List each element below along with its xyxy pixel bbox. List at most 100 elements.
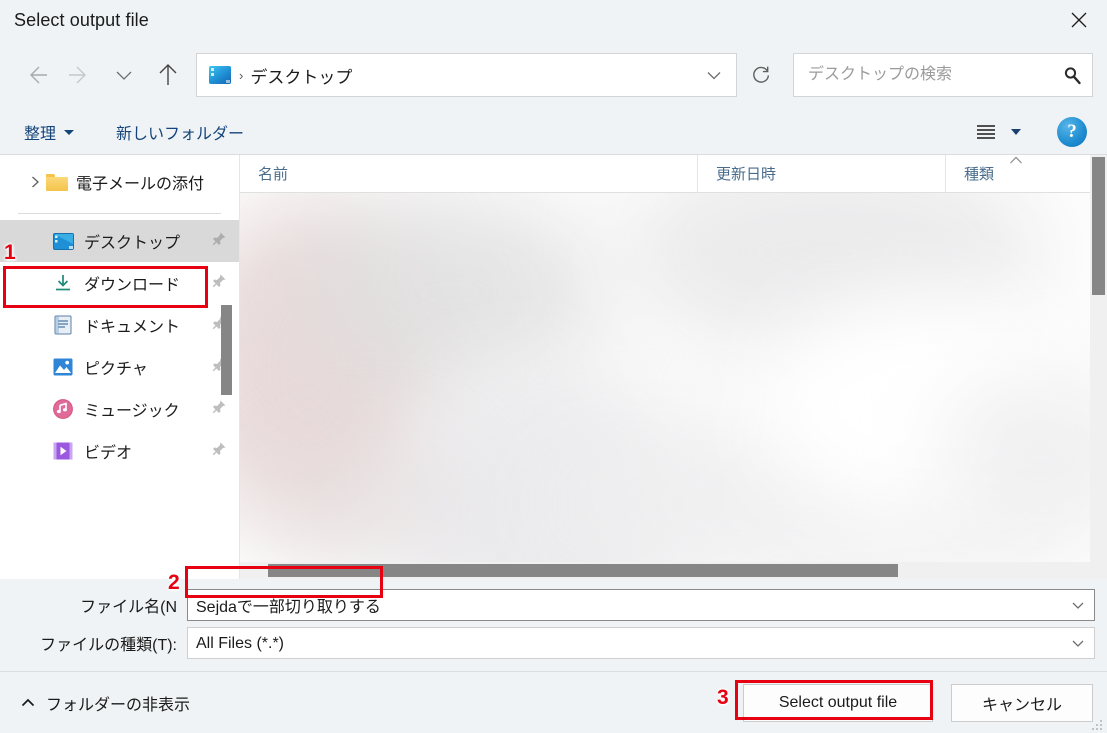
help-button[interactable]: ? xyxy=(1057,117,1087,147)
organize-button[interactable]: 整理 xyxy=(14,116,84,148)
organize-label: 整理 xyxy=(24,126,57,143)
title-bar: Select output file xyxy=(0,0,1107,40)
filename-combobox[interactable] xyxy=(187,589,1095,621)
filename-label: ファイル名(N xyxy=(80,599,177,616)
help-label: ? xyxy=(1067,121,1077,142)
filetype-row: ファイルの種類(T): All Files (*.*) xyxy=(12,627,1095,659)
sidebar-item-label: ドキュメント xyxy=(84,319,181,336)
filename-dropdown-button[interactable] xyxy=(1062,597,1094,613)
column-header-label: 名前 xyxy=(258,166,289,183)
sidebar-scrollbar[interactable] xyxy=(219,155,233,579)
filetype-dropdown-button[interactable] xyxy=(1062,635,1094,651)
dialog-footer: フォルダーの非表示 Select output file キャンセル xyxy=(0,671,1107,733)
command-bar: 整理 新しいフォルダー ? xyxy=(0,110,1107,155)
breadcrumb-separator: › xyxy=(239,67,244,83)
blur-blob xyxy=(270,443,470,563)
sidebar-item-pictures[interactable]: ピクチャ xyxy=(0,346,239,388)
video-icon xyxy=(52,441,74,461)
filename-input[interactable] xyxy=(188,595,1062,615)
tree-item-label: 電子メールの添付 xyxy=(76,176,205,193)
sidebar-item-videos[interactable]: ビデオ xyxy=(0,430,239,472)
dialog-body: 電子メールの添付 デスクトップ ダウンロード ドキュメント ピクチャ ミュージッ… xyxy=(0,155,1107,579)
arrow-left-icon xyxy=(30,66,47,84)
chevron-up-icon xyxy=(1008,155,1024,170)
annotation-number-1: 1 xyxy=(4,241,16,264)
column-header-name[interactable]: 名前 xyxy=(240,155,698,192)
file-list-vertical-scrollbar[interactable] xyxy=(1090,155,1107,579)
vertical-scrollbar-thumb[interactable] xyxy=(1092,157,1105,295)
list-view-icon xyxy=(977,125,995,139)
forward-button[interactable] xyxy=(58,53,102,97)
chevron-up-icon xyxy=(20,697,36,709)
arrow-right-icon xyxy=(69,66,86,84)
sidebar-item-label: ダウンロード xyxy=(84,277,181,294)
chevron-down-icon xyxy=(1011,129,1021,135)
chevron-down-icon xyxy=(64,129,75,135)
column-header-label: 種類 xyxy=(964,166,995,183)
navigation-pane-content: 電子メールの添付 デスクトップ ダウンロード ドキュメント ピクチャ ミュージッ… xyxy=(0,155,239,472)
sidebar-item-label: デスクトップ xyxy=(84,235,181,252)
new-folder-button[interactable]: 新しいフォルダー xyxy=(106,116,254,148)
navigation-pane: 電子メールの添付 デスクトップ ダウンロード ドキュメント ピクチャ ミュージッ… xyxy=(0,155,240,579)
tree-item-email-attachments[interactable]: 電子メールの添付 xyxy=(0,163,239,201)
download-icon xyxy=(52,273,74,293)
chevron-down-icon xyxy=(1072,602,1084,609)
sidebar-item-music[interactable]: ミュージック xyxy=(0,388,239,430)
new-folder-label: 新しいフォルダー xyxy=(116,126,245,143)
select-output-file-dialog: Select output file › デスクトップ デスクトップの検索 整理… xyxy=(0,0,1107,733)
file-list-column-header: 名前 更新日時 種類 xyxy=(240,155,1107,193)
column-header-date-modified[interactable]: 更新日時 xyxy=(698,155,946,192)
back-button[interactable] xyxy=(14,53,58,97)
cancel-button[interactable]: キャンセル xyxy=(951,683,1093,722)
breadcrumb-current-folder[interactable]: デスクトップ xyxy=(250,63,352,88)
file-list-content-blurred[interactable] xyxy=(240,193,1107,579)
close-button[interactable] xyxy=(1051,0,1107,40)
sidebar-scrollbar-thumb[interactable] xyxy=(221,305,232,395)
desktop-icon xyxy=(209,66,231,84)
file-form-area: ファイル名(N ファイルの種類(T): All Files (*.*) xyxy=(0,579,1107,671)
hide-folders-label: フォルダーの非表示 xyxy=(46,696,191,714)
picture-icon xyxy=(52,357,74,377)
sidebar-item-label: ミュージック xyxy=(84,403,180,420)
address-dropdown-button[interactable] xyxy=(696,54,732,96)
select-output-file-button[interactable]: Select output file xyxy=(743,683,933,722)
search-input[interactable] xyxy=(806,65,1058,85)
filetype-combobox[interactable]: All Files (*.*) xyxy=(187,627,1095,659)
up-one-level-button[interactable] xyxy=(146,53,190,97)
chevron-down-icon xyxy=(1072,640,1084,647)
document-icon xyxy=(52,315,74,335)
sidebar-item-label: ピクチャ xyxy=(84,361,148,378)
sidebar-item-documents[interactable]: ドキュメント xyxy=(0,304,239,346)
chevron-down-icon xyxy=(707,72,721,80)
arrow-up-icon xyxy=(159,64,177,85)
page-title: Select output file xyxy=(14,9,149,30)
sidebar-item-label: ビデオ xyxy=(84,445,133,462)
refresh-button[interactable] xyxy=(737,53,785,97)
filetype-label: ファイルの種類(T): xyxy=(40,637,177,654)
column-header-type[interactable]: 種類 xyxy=(946,155,1106,192)
recent-locations-button[interactable] xyxy=(102,53,146,97)
search-box[interactable] xyxy=(793,53,1093,97)
navigation-bar: › デスクトップ xyxy=(0,40,1107,110)
column-header-label: 更新日時 xyxy=(716,166,777,183)
refresh-icon xyxy=(753,66,770,83)
horizontal-scrollbar-thumb[interactable] xyxy=(268,564,898,577)
filetype-value: All Files (*.*) xyxy=(196,634,285,652)
address-bar[interactable]: › デスクトップ xyxy=(196,53,737,97)
annotation-number-3: 3 xyxy=(717,686,729,709)
search-icon xyxy=(1062,65,1082,85)
music-icon xyxy=(52,399,74,419)
resize-grip[interactable] xyxy=(1092,719,1104,731)
chevron-right-icon[interactable] xyxy=(24,175,46,189)
file-list-horizontal-scrollbar[interactable] xyxy=(240,562,1107,579)
chevron-down-icon xyxy=(116,71,132,80)
close-icon xyxy=(1071,12,1087,28)
folder-icon xyxy=(46,173,68,191)
file-list-pane: 名前 更新日時 種類 xyxy=(240,155,1107,579)
change-view-button[interactable] xyxy=(967,118,1027,146)
desktop-icon xyxy=(52,231,74,251)
hide-folders-button[interactable]: フォルダーの非表示 xyxy=(14,687,196,719)
sidebar-item-downloads[interactable]: ダウンロード xyxy=(0,262,239,304)
sidebar-item-desktop[interactable]: デスクトップ xyxy=(0,220,239,262)
annotation-number-2: 2 xyxy=(168,571,180,594)
